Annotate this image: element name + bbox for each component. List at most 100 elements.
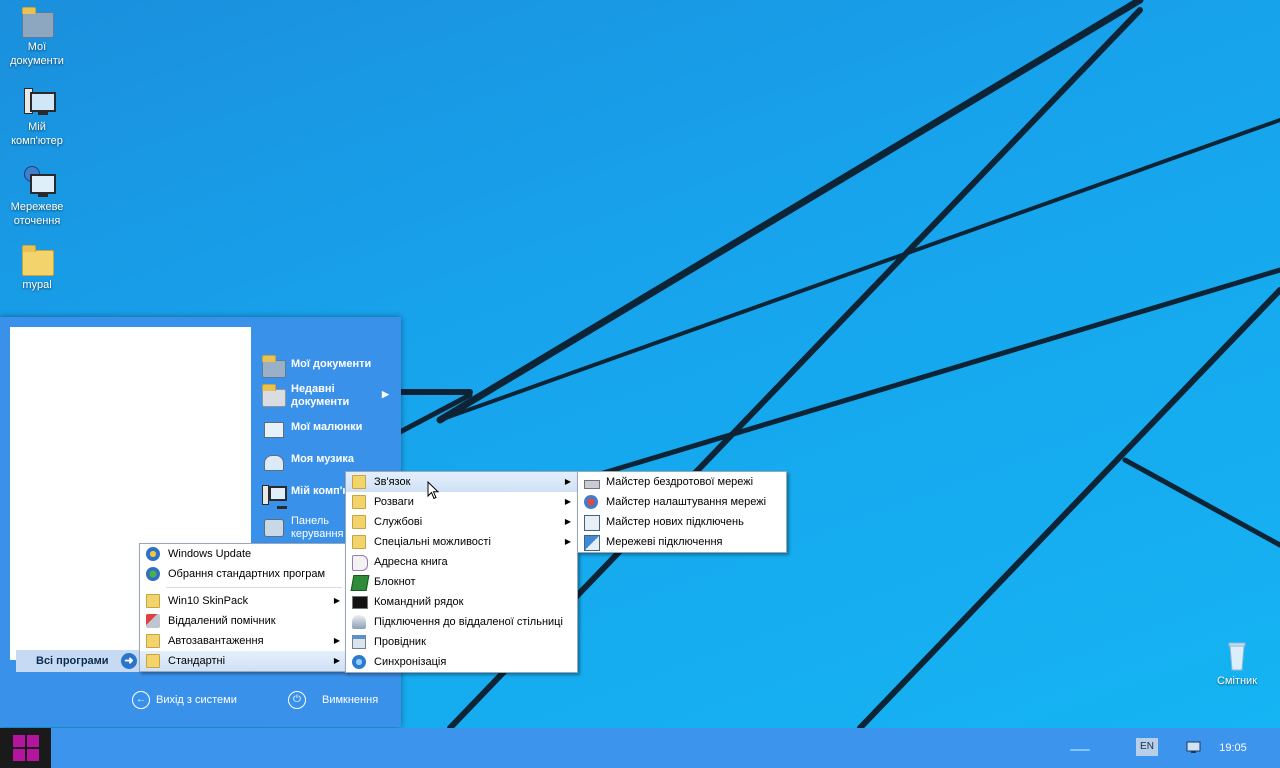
recycle-bin-icon (1220, 640, 1254, 672)
all-programs-button[interactable]: Всі програми ➜ (16, 650, 140, 672)
command-prompt-icon (352, 596, 368, 609)
windows-update-icon (146, 547, 160, 561)
windows-logo-icon (12, 734, 40, 762)
desktop-icon-recycle-bin[interactable]: Смітник (1200, 640, 1274, 688)
menu-item-wireless-network-wizard[interactable]: Майстер бездротової мережі (578, 472, 786, 492)
menu-item-label: Розваги (374, 496, 414, 508)
menu-item-new-connection-wizard[interactable]: Майстер нових підключень (578, 512, 786, 532)
logoff-icon: ← (132, 691, 150, 710)
menu-item-command-prompt[interactable]: Командний рядок (346, 592, 577, 612)
submenu-arrow-icon: ▶ (564, 537, 571, 546)
network-setup-icon (584, 495, 598, 509)
desktop-icon-network[interactable]: Мережеве оточення (0, 166, 74, 228)
control-panel-icon (262, 515, 286, 537)
accessories-menu: Зв'язок ▶ Розваги ▶ Службові ▶ Спеціальн… (345, 471, 578, 673)
documents-folder-icon (20, 6, 54, 38)
submenu-arrow-icon: ▶ (564, 517, 571, 526)
power-icon: ⏻ (288, 691, 306, 710)
network-tray-icon[interactable] (1186, 740, 1202, 754)
menu-item-startup[interactable]: Автозавантаження ▶ (140, 631, 346, 651)
start-button[interactable] (0, 728, 51, 768)
desktop-icon-label: Мої документи (10, 41, 64, 67)
submenu-arrow-icon: ▶ (333, 656, 340, 665)
menu-item-label: Блокнот (374, 576, 416, 588)
menu-item-label: Командний рядок (374, 596, 464, 608)
submenu-arrow-icon: ▶ (333, 596, 340, 605)
remote-assistance-icon (146, 614, 160, 628)
menu-item-windows-update[interactable]: Windows Update (140, 544, 346, 564)
network-icon (20, 166, 56, 198)
menu-item-explorer[interactable]: Провідник (346, 632, 577, 652)
taskbar: EN 19:05 (0, 728, 1280, 768)
places-label: Мої малюнки (291, 421, 363, 433)
menu-item-network-setup-wizard[interactable]: Майстер налаштування мережі (578, 492, 786, 512)
menu-item-accessibility[interactable]: Спеціальні можливості ▶ (346, 532, 577, 552)
menu-separator (166, 587, 342, 588)
menu-item-label: Провідник (374, 636, 426, 648)
desktop-icon-label: Мережеве оточення (10, 201, 64, 227)
address-book-icon (352, 555, 368, 571)
menu-item-system-tools[interactable]: Службові ▶ (346, 512, 577, 532)
places-label: Мої документи (291, 358, 372, 370)
folder-icon (352, 515, 366, 529)
wireless-network-icon (584, 480, 600, 489)
desktop-icon-label: mypal (22, 279, 52, 291)
menu-item-remote-assistance[interactable]: Віддалений помічник (140, 611, 346, 631)
pictures-icon (262, 419, 286, 441)
menu-item-accessories[interactable]: Стандартні ▶ (140, 651, 346, 671)
folder-icon (146, 654, 160, 668)
shutdown-label: Вимкнення (322, 694, 379, 706)
menu-item-label: Win10 SkinPack (168, 595, 249, 607)
menu-item-label: Windows Update (168, 548, 252, 560)
menu-item-remote-desktop[interactable]: Підключення до віддаленої стільниці (346, 612, 577, 632)
network-connections-icon (584, 535, 600, 551)
desktop-icon-label: Мій комп'ютер (11, 121, 63, 147)
menu-item-default-programs[interactable]: Обрання стандартних програм (140, 564, 346, 584)
new-connection-icon (584, 515, 600, 531)
menu-item-address-book[interactable]: Адресна книга (346, 552, 577, 572)
clock[interactable]: 19:05 (1208, 728, 1258, 768)
menu-item-sync[interactable]: Синхронізація (346, 652, 577, 672)
menu-item-label: Мережеві підключення (606, 536, 723, 548)
menu-item-label: Спеціальні можливості (374, 536, 491, 548)
menu-item-label: Автозавантаження (168, 635, 264, 647)
menu-item-label: Синхронізація (374, 656, 447, 668)
desktop-icon-mypal[interactable]: mypal (0, 244, 74, 292)
recent-documents-icon (262, 383, 286, 407)
desktop-icon-my-computer[interactable]: Мій комп'ютер (0, 86, 74, 148)
places-label: Недавні документи (291, 383, 350, 408)
folder-icon (146, 634, 160, 648)
language-indicator[interactable]: EN (1136, 738, 1158, 756)
explorer-icon (352, 635, 366, 649)
menu-item-label: Віддалений помічник (168, 615, 276, 627)
menu-item-label: Майстер нових підключень (606, 516, 744, 528)
submenu-arrow-icon: ▶ (564, 497, 571, 506)
remote-desktop-icon (352, 615, 366, 629)
submenu-arrow-icon: ▶ (564, 477, 571, 486)
all-programs-menu: Windows Update Обрання стандартних прогр… (139, 543, 347, 672)
logoff-button[interactable]: ← Вихід з системи (132, 690, 237, 710)
menu-item-network-connections[interactable]: Мережеві підключення (578, 532, 786, 552)
music-icon (262, 451, 286, 473)
folder-icon (20, 244, 54, 276)
desktop-icon-my-documents[interactable]: Мої документи (0, 6, 74, 68)
documents-folder-icon (262, 355, 286, 378)
communications-menu: Майстер бездротової мережі Майстер налаш… (577, 471, 787, 553)
menu-item-label: Майстер налаштування мережі (606, 496, 767, 508)
computer-icon (262, 483, 287, 509)
menu-item-games[interactable]: Розваги ▶ (346, 492, 577, 512)
menu-item-communications[interactable]: Зв'язок ▶ (346, 472, 577, 492)
submenu-arrow-icon: ▶ (333, 636, 340, 645)
desktop-icon-label: Смітник (1216, 675, 1258, 687)
menu-item-label: Майстер бездротової мережі (606, 476, 754, 488)
menu-item-notepad[interactable]: Блокнот (346, 572, 577, 592)
mouse-cursor-icon (427, 481, 440, 500)
places-label: Мій комп'ютер (291, 485, 345, 497)
menu-item-label: Зв'язок (374, 476, 411, 488)
menu-item-label: Обрання стандартних програм (168, 568, 326, 580)
default-programs-icon (146, 567, 160, 581)
shutdown-button[interactable]: ⏻ Вимкнення (288, 690, 378, 710)
folder-icon (352, 535, 366, 549)
all-programs-label: Всі програми (36, 655, 109, 667)
menu-item-win10-skinpack[interactable]: Win10 SkinPack ▶ (140, 591, 346, 611)
